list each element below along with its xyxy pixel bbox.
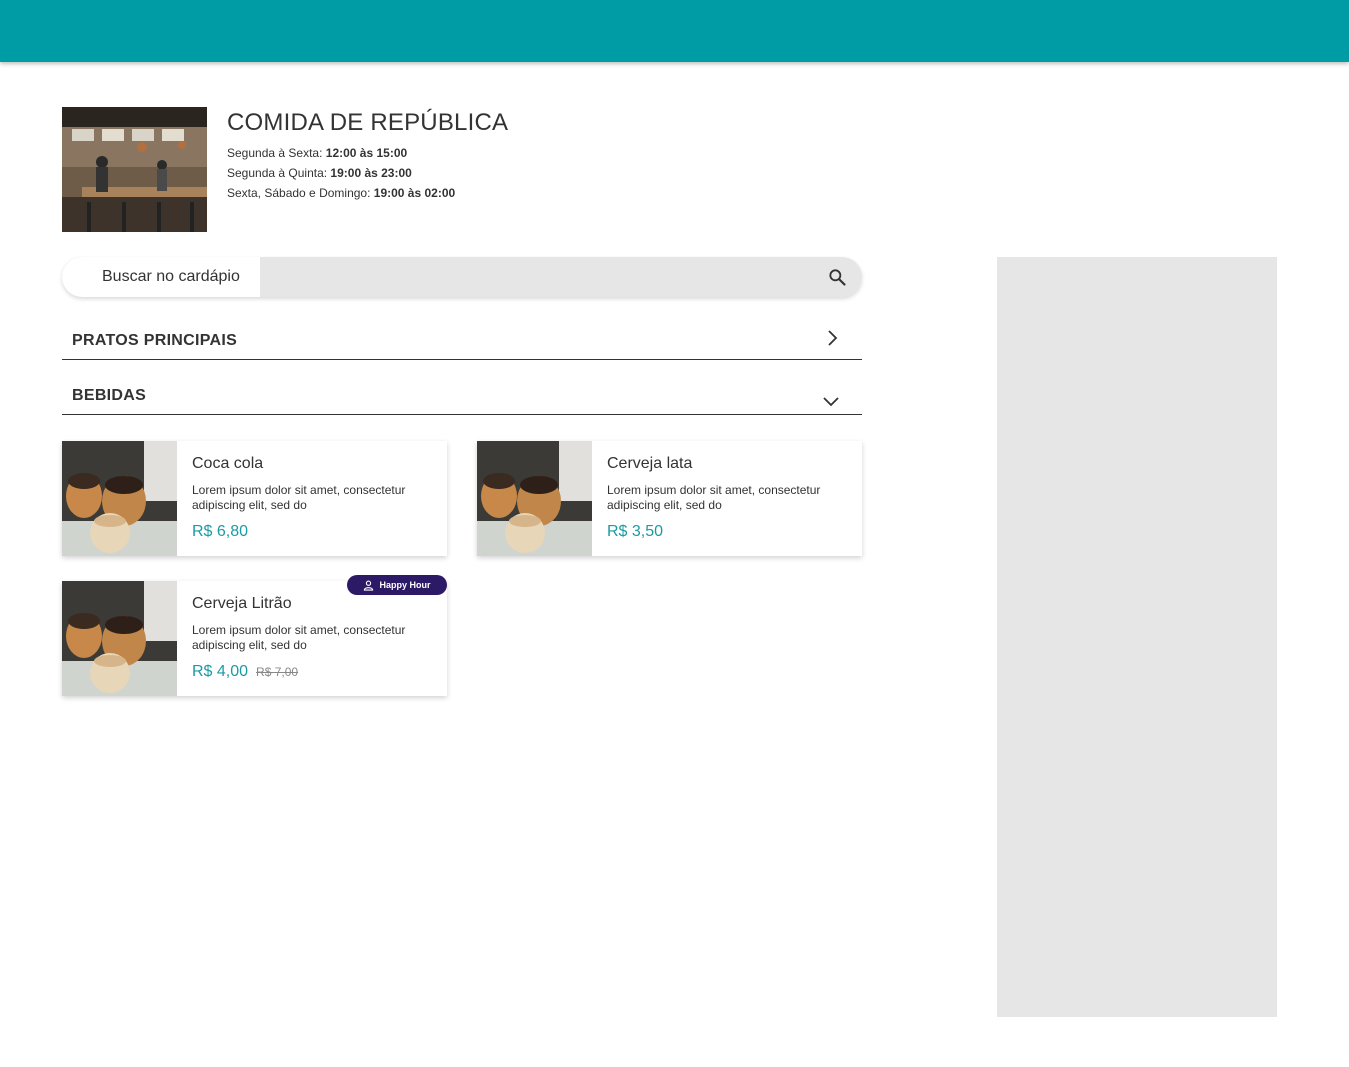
product-name: Cerveja lata: [607, 455, 693, 472]
top-app-bar: [0, 0, 1349, 62]
restaurant-photo: [62, 107, 207, 232]
hours-time: 12:00 às 15:00: [325, 146, 408, 160]
category-title: PRATOS PRINCIPAIS: [72, 332, 238, 349]
category-pratos-principais[interactable]: PRATOS PRINCIPAIS: [62, 320, 862, 360]
badge-label: Happy Hour: [379, 580, 431, 590]
category-bebidas[interactable]: BEBIDAS: [62, 375, 862, 415]
product-price-row: R$ 4,00 R$ 7,00: [192, 663, 432, 681]
product-info: Cerveja lata Lorem ipsum dolor sit amet,…: [592, 441, 862, 556]
person-icon: [364, 580, 374, 591]
product-description: Lorem ipsum dolor sit amet, consectetur …: [192, 483, 406, 512]
product-card[interactable]: Cerveja lata Lorem ipsum dolor sit amet,…: [477, 441, 862, 556]
product-old-price: R$ 7,00: [256, 665, 299, 679]
product-price: R$ 3,50: [607, 523, 664, 540]
product-description: Lorem ipsum dolor sit amet, consectetur …: [192, 623, 406, 652]
search-icon: [829, 269, 846, 286]
search-input[interactable]: [260, 257, 812, 297]
product-image: [62, 581, 177, 696]
product-info: Cerveja Litrão Lorem ipsum dolor sit ame…: [177, 581, 447, 696]
product-image: [477, 441, 592, 556]
hours-time: 19:00 às 23:00: [330, 166, 412, 180]
hours-label: Segunda à Sexta:: [227, 146, 323, 160]
product-name: Coca cola: [192, 455, 264, 472]
product-card[interactable]: Coca cola Lorem ipsum dolor sit amet, co…: [62, 441, 447, 556]
product-description: Lorem ipsum dolor sit amet, consectetur …: [607, 483, 821, 512]
restaurant-header: COMIDA DE REPÚBLICA Segunda à Sexta: 12:…: [62, 107, 508, 232]
category-title: BEBIDAS: [72, 387, 147, 404]
hours-time: 19:00 às 02:00: [373, 186, 456, 200]
search-button[interactable]: [812, 257, 862, 297]
product-price: R$ 4,00: [192, 663, 249, 680]
hours-row: Segunda à Quinta: 19:00 às 23:00: [227, 163, 508, 183]
product-info: Coca cola Lorem ipsum dolor sit amet, co…: [177, 441, 447, 556]
chevron-right-icon: [828, 330, 838, 346]
product-price: R$ 6,80: [192, 523, 249, 540]
product-name: Cerveja Litrão: [192, 595, 292, 612]
happy-hour-badge: Happy Hour: [347, 575, 447, 595]
product-card[interactable]: Cerveja Litrão Lorem ipsum dolor sit ame…: [62, 575, 447, 696]
hours-row: Segunda à Sexta: 12:00 às 15:00: [227, 143, 508, 163]
hours-row: Sexta, Sábado e Domingo: 19:00 às 02:00: [227, 183, 508, 203]
menu-search-bar: Buscar no cardápio: [62, 257, 862, 297]
sidebar-panel: [997, 257, 1277, 1017]
hours-label: Sexta, Sábado e Domingo:: [227, 186, 371, 200]
chevron-down-icon: [823, 397, 839, 407]
product-image: [62, 441, 177, 556]
restaurant-info: COMIDA DE REPÚBLICA Segunda à Sexta: 12:…: [227, 107, 508, 232]
hours-label: Segunda à Quinta:: [227, 166, 328, 180]
restaurant-name: COMIDA DE REPÚBLICA: [227, 109, 509, 136]
search-label: Buscar no cardápio: [62, 257, 260, 297]
opening-hours: Segunda à Sexta: 12:00 às 15:00 Segunda …: [227, 143, 508, 203]
